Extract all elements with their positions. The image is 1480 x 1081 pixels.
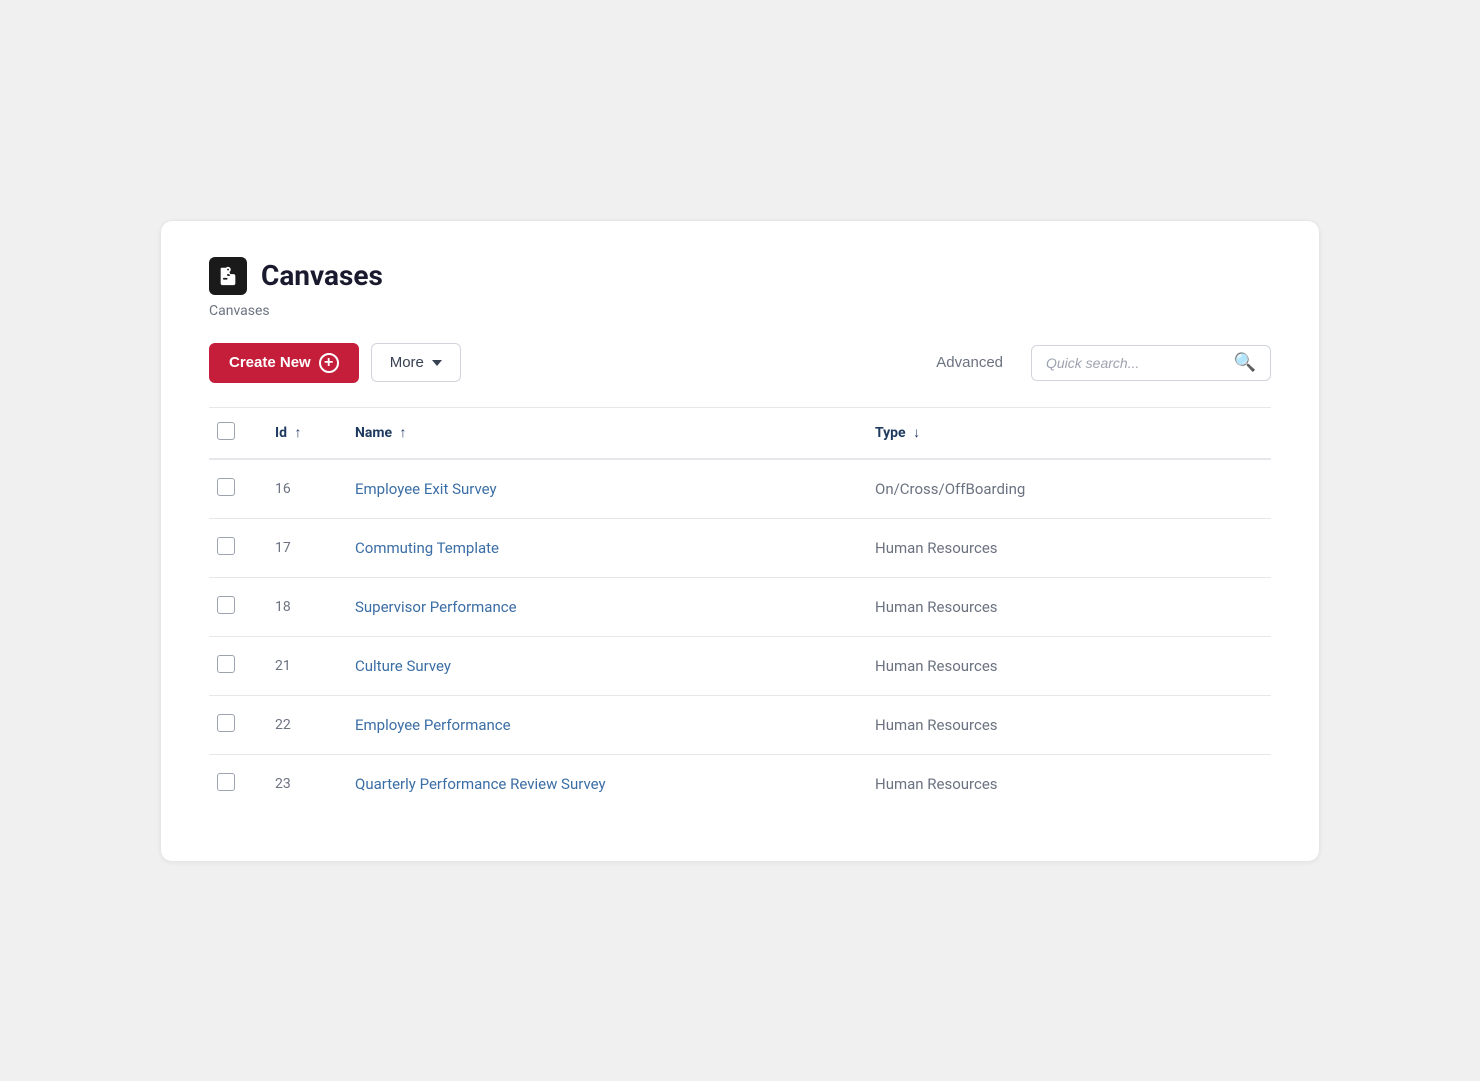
header-checkbox-col (209, 408, 259, 459)
row-id-5: 23 (259, 754, 339, 813)
advanced-button[interactable]: Advanced (920, 344, 1019, 381)
main-card: Canvases Canvases Create New + More Adva… (160, 220, 1320, 862)
page-header: Canvases (209, 257, 1271, 295)
row-id-2: 18 (259, 577, 339, 636)
row-checkbox-5[interactable] (217, 773, 235, 791)
row-name-link-2[interactable]: Supervisor Performance (355, 598, 517, 616)
row-name-3: Culture Survey (339, 636, 859, 695)
type-sort-icon: ↓ (913, 424, 920, 441)
canvases-icon (209, 257, 247, 295)
canvases-table: Id ↑ Name ↑ Type ↓ 16 Employee Exit Su (209, 408, 1271, 813)
table-row: 23 Quarterly Performance Review Survey H… (209, 754, 1271, 813)
header-id-label: Id (275, 425, 290, 441)
row-name-0: Employee Exit Survey (339, 459, 859, 519)
chevron-down-icon (432, 360, 442, 366)
search-box: 🔍 (1031, 345, 1271, 381)
row-type-1: Human Resources (859, 518, 1271, 577)
row-name-5: Quarterly Performance Review Survey (339, 754, 859, 813)
row-checkbox-1[interactable] (217, 537, 235, 555)
row-type-0: On/Cross/OffBoarding (859, 459, 1271, 519)
table-header-row: Id ↑ Name ↑ Type ↓ (209, 408, 1271, 459)
row-checkbox-2[interactable] (217, 596, 235, 614)
row-name-2: Supervisor Performance (339, 577, 859, 636)
header-type-label: Type (875, 425, 909, 441)
row-checkbox-cell (209, 754, 259, 813)
row-checkbox-cell (209, 695, 259, 754)
create-new-button[interactable]: Create New + (209, 343, 359, 383)
plus-icon: + (319, 353, 339, 373)
table-row: 22 Employee Performance Human Resources (209, 695, 1271, 754)
row-checkbox-4[interactable] (217, 714, 235, 732)
row-type-5: Human Resources (859, 754, 1271, 813)
name-sort-icon: ↑ (400, 424, 407, 441)
id-sort-icon: ↑ (294, 424, 301, 441)
header-name-col[interactable]: Name ↑ (339, 408, 859, 459)
row-checkbox-0[interactable] (217, 478, 235, 496)
page-title: Canvases (261, 259, 383, 292)
row-type-3: Human Resources (859, 636, 1271, 695)
table-row: 17 Commuting Template Human Resources (209, 518, 1271, 577)
row-name-link-3[interactable]: Culture Survey (355, 657, 451, 675)
row-name-1: Commuting Template (339, 518, 859, 577)
table-body: 16 Employee Exit Survey On/Cross/OffBoar… (209, 459, 1271, 813)
row-name-link-4[interactable]: Employee Performance (355, 716, 511, 734)
row-type-2: Human Resources (859, 577, 1271, 636)
create-new-label: Create New (229, 354, 311, 371)
select-all-checkbox[interactable] (217, 422, 235, 440)
row-name-link-0[interactable]: Employee Exit Survey (355, 480, 497, 498)
row-checkbox-cell (209, 636, 259, 695)
table-row: 21 Culture Survey Human Resources (209, 636, 1271, 695)
row-checkbox-cell (209, 577, 259, 636)
header-type-col[interactable]: Type ↓ (859, 408, 1271, 459)
search-icon[interactable]: 🔍 (1234, 354, 1256, 372)
row-checkbox-cell (209, 459, 259, 519)
row-name-link-5[interactable]: Quarterly Performance Review Survey (355, 775, 606, 793)
row-id-0: 16 (259, 459, 339, 519)
header-name-label: Name (355, 425, 396, 441)
table-row: 18 Supervisor Performance Human Resource… (209, 577, 1271, 636)
table-row: 16 Employee Exit Survey On/Cross/OffBoar… (209, 459, 1271, 519)
row-checkbox-3[interactable] (217, 655, 235, 673)
search-input[interactable] (1046, 355, 1226, 371)
page-wrapper: Canvases Canvases Create New + More Adva… (0, 0, 1480, 1081)
row-type-4: Human Resources (859, 695, 1271, 754)
breadcrumb: Canvases (209, 303, 1271, 319)
row-name-link-1[interactable]: Commuting Template (355, 539, 499, 557)
row-id-3: 21 (259, 636, 339, 695)
row-id-4: 22 (259, 695, 339, 754)
toolbar: Create New + More Advanced 🔍 (209, 343, 1271, 383)
row-id-1: 17 (259, 518, 339, 577)
row-name-4: Employee Performance (339, 695, 859, 754)
row-checkbox-cell (209, 518, 259, 577)
more-button[interactable]: More (371, 343, 461, 382)
header-id-col[interactable]: Id ↑ (259, 408, 339, 459)
more-label: More (390, 354, 424, 371)
